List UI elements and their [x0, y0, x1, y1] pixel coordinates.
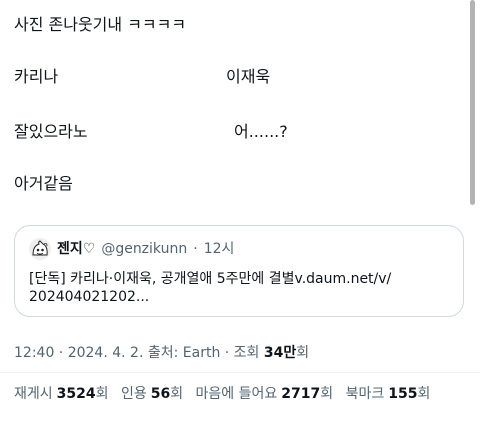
quote-label: 인용: [120, 386, 147, 402]
scrollbar-thumb[interactable]: [470, 0, 475, 205]
timestamp-source[interactable]: 12:40 · 2024. 4. 2. 출처: Earth · 조회: [14, 345, 264, 361]
separator-dot: ·: [193, 241, 198, 257]
quoted-tweet-text-line-1: [단독] 카리나·이재욱, 공개열애 5주만에 결별v.daum.net/v/: [29, 271, 392, 287]
tweet-text-karina: 카리나: [14, 67, 59, 86]
quoted-author-name[interactable]: 젠지♡: [57, 240, 95, 258]
bookmark-stat[interactable]: 북마크 155회: [346, 385, 431, 403]
retweet-count: 3524: [56, 386, 96, 402]
bookmark-unit: 회: [417, 386, 431, 402]
tweet-text-goodbye: 잘있으라노: [14, 122, 88, 141]
quote-unit: 회: [170, 386, 184, 402]
tweet-text-lee-jaewook: 이재욱: [226, 67, 271, 86]
quoted-tweet-text-line-2: 202404021202...: [29, 289, 150, 305]
view-count-unit: 회: [296, 345, 310, 361]
tweet-text-huh: 어......?: [234, 122, 288, 141]
bookmark-label: 북마크: [345, 386, 385, 402]
cartoon-avatar-icon: [29, 238, 51, 260]
quote-count: 56: [150, 386, 171, 402]
avatar[interactable]: [29, 238, 51, 260]
quote-stat[interactable]: 인용 56회: [121, 385, 183, 403]
like-label: 마음에 들어요: [195, 386, 278, 402]
quoted-tweet-text: [단독] 카리나·이재욱, 공개열애 5주만에 결별v.daum.net/v/ …: [29, 270, 449, 306]
retweet-unit: 회: [95, 386, 109, 402]
bookmark-count: 155: [388, 386, 418, 402]
like-unit: 회: [320, 386, 334, 402]
tweet-text-looks-like-baby: 아거같음: [14, 174, 73, 193]
like-count: 2717: [281, 386, 321, 402]
engagement-stats: 재게시 3524회 인용 56회 마음에 들어요 2717회 북마크 155회: [14, 385, 438, 403]
view-count: 34만: [263, 345, 297, 361]
retweet-stat[interactable]: 재게시 3524회: [14, 385, 109, 403]
tweet-detail-view: 사진 존나웃기내 ㅋㅋㅋㅋ 카리나 이재욱 잘있으라노 어......? 아거같…: [0, 0, 480, 423]
quoted-tweet-time[interactable]: 12시: [204, 240, 235, 258]
tweet-text-line-1: 사진 존나웃기내 ㅋㅋㅋㅋ: [14, 15, 187, 34]
tweet-metadata: 12:40 · 2024. 4. 2. 출처: Earth · 조회 34만회: [14, 344, 309, 362]
quoted-tweet-header: 젠지♡ @genzikunn · 12시: [29, 238, 234, 260]
divider: [0, 372, 480, 373]
like-stat[interactable]: 마음에 들어요 2717회: [196, 385, 334, 403]
retweet-label: 재게시: [14, 386, 53, 402]
quoted-tweet-card[interactable]: 젠지♡ @genzikunn · 12시 [단독] 카리나·이재욱, 공개열애 …: [14, 225, 464, 317]
quoted-author-handle[interactable]: @genzikunn: [101, 240, 187, 258]
